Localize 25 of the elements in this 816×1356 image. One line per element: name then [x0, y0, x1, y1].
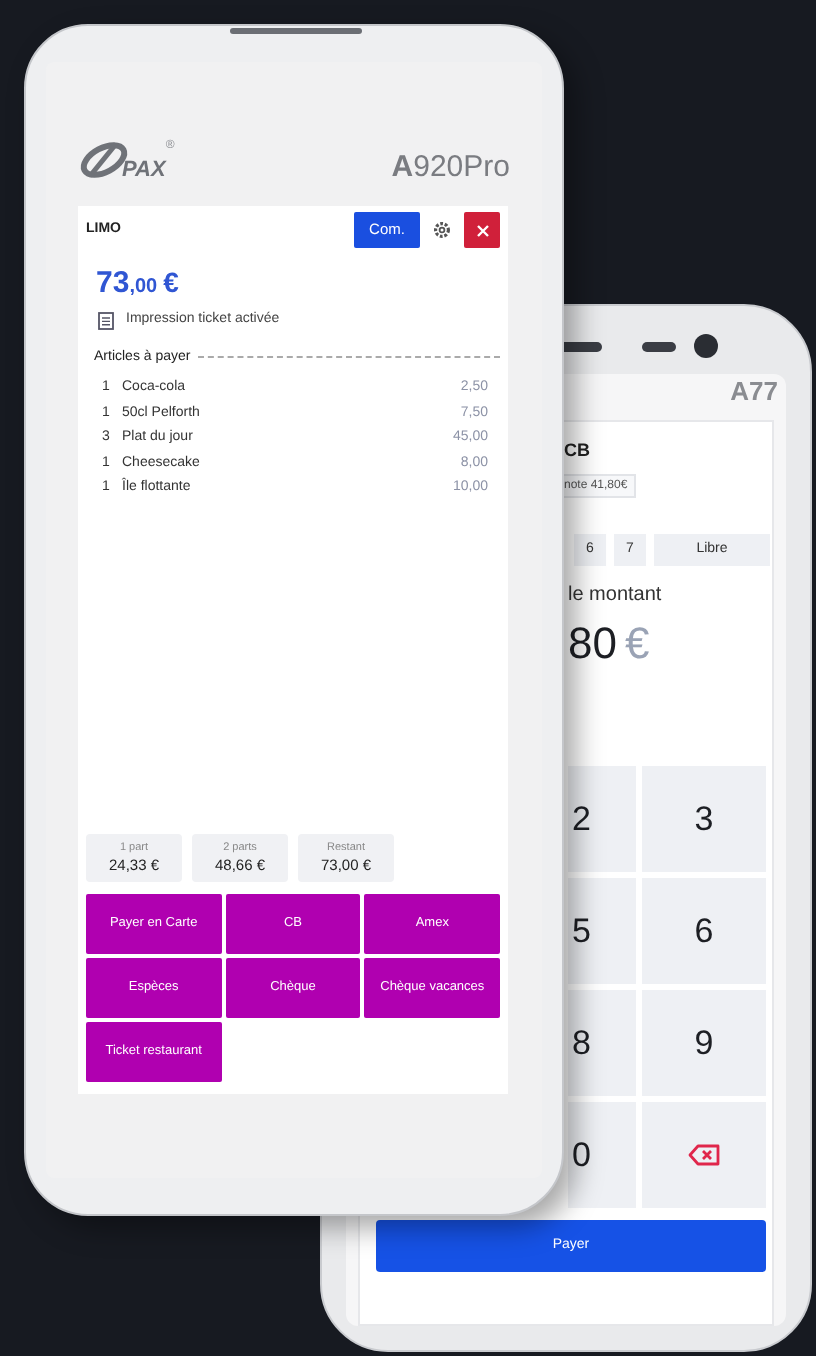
settings-icon [432, 220, 452, 240]
keypad-key[interactable]: 9 [642, 990, 766, 1096]
keypad-key[interactable]: 3 [642, 766, 766, 872]
model-name: A920Pro [391, 152, 510, 182]
amount-prompt: le montant [568, 586, 664, 606]
backspace-icon [688, 1144, 720, 1166]
receipt-icon [98, 311, 114, 330]
camera-lens [694, 334, 718, 358]
keypad-key[interactable]: 5 [568, 878, 636, 984]
sensor-slot [642, 342, 676, 352]
currency-symbol: € [163, 268, 179, 296]
brand-name: PAX [122, 160, 166, 182]
model-name: A77 [730, 378, 778, 404]
keypad-key[interactable]: 8 [568, 990, 636, 1096]
amount-decimals: ,00 [129, 278, 158, 298]
amount-value: 80 [568, 622, 617, 666]
currency-symbol: € [624, 622, 650, 666]
speaker-slot [230, 28, 362, 34]
close-icon [475, 223, 489, 237]
keypad-key[interactable]: 2 [568, 766, 636, 872]
keypad-key[interactable]: 6 [642, 878, 766, 984]
amount-integer: 73 [96, 268, 130, 298]
close-button[interactable] [464, 212, 500, 248]
keypad-key[interactable]: 0 [568, 1102, 636, 1208]
payment-title: CB [564, 442, 592, 460]
